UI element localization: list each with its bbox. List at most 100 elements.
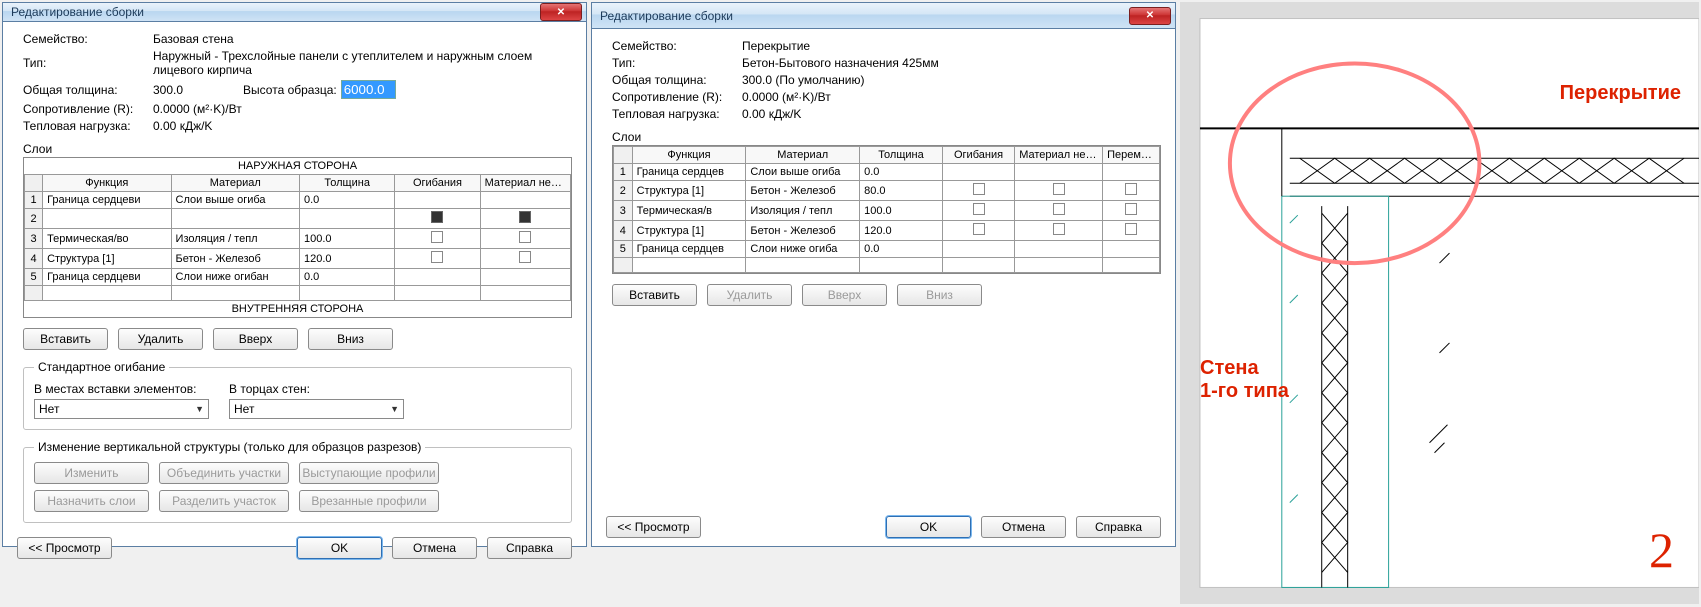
family-label: Семейство: [612, 39, 742, 53]
var-checkbox[interactable] [1125, 223, 1137, 235]
table-row[interactable]: 5Граница сердцевСлои ниже огиба0.0 [614, 241, 1160, 258]
wrap-inserts-label: В местах вставки элементов: [34, 382, 209, 396]
title: Редактирование сборки [11, 5, 540, 19]
titlebar: Редактирование сборки ✕ [3, 3, 586, 22]
section-drawing: Перекрытие Стена 1-го типа 2 [1180, 2, 1699, 604]
vertical-struct-group: Изменение вертикальной структуры (только… [23, 440, 572, 523]
table-header: Функция Материал Толщина Огибания Матери… [614, 147, 1160, 164]
thickness-label: Общая толщина: [23, 83, 153, 97]
table-row[interactable]: 5Граница сердцевиСлои ниже огибан0.0 [25, 269, 571, 286]
ok-button[interactable]: OK [297, 537, 382, 559]
help-button[interactable]: Справка [1076, 516, 1161, 538]
sample-height-input[interactable] [341, 80, 396, 99]
thermal-value: 0.00 кДж/K [742, 107, 801, 121]
table-row[interactable]: 3Термическая/воИзоляция / тепл100.0 [25, 229, 571, 249]
figure-number: 2 [1649, 521, 1674, 579]
family-value: Базовая стена [153, 32, 572, 46]
down-button: Вниз [897, 284, 982, 306]
cancel-button[interactable]: Отмена [392, 537, 477, 559]
thickness-label: Общая толщина: [612, 73, 742, 87]
table-row[interactable]: 3Термическая/вИзоляция / тепл100.0 [614, 201, 1160, 221]
preview-button[interactable]: << Просмотр [17, 537, 112, 559]
table-header: Функция Материал Толщина Огибания Матери… [25, 175, 571, 192]
down-button[interactable]: Вниз [308, 328, 393, 350]
family-label: Семейство: [23, 32, 153, 46]
family-value: Перекрытие [742, 39, 1161, 53]
sample-height-label: Высота образца: [243, 83, 337, 97]
resistance-label: Сопротивление (R): [612, 90, 742, 104]
outer-side-label: НАРУЖНАЯ СТОРОНА [24, 158, 571, 174]
sweeps-button: Выступающие профили [299, 462, 439, 484]
table-row [25, 286, 571, 301]
wrap-ends-combo[interactable]: Нет▼ [229, 399, 404, 419]
layers-panel: НАРУЖНАЯ СТОРОНА Функция Материал Толщин… [23, 157, 572, 318]
table-row[interactable]: 2Структура [1]Бетон - Железоб80.0 [25, 209, 571, 229]
var-checkbox[interactable] [1125, 203, 1137, 215]
wrap-checkbox[interactable] [431, 211, 443, 223]
chevron-down-icon: ▼ [390, 404, 399, 414]
resistance-value: 0.0000 (м²·K)/Вт [153, 102, 242, 116]
layers-table[interactable]: Функция Материал Толщина Огибания Матери… [24, 174, 571, 301]
layers-label: Слои [23, 142, 572, 156]
struct-checkbox[interactable] [519, 251, 531, 263]
delete-button[interactable]: Удалить [118, 328, 203, 350]
close-button[interactable]: ✕ [540, 3, 582, 21]
layers-label: Слои [612, 130, 1161, 144]
insert-button[interactable]: Вставить [612, 284, 697, 306]
up-button: Вверх [802, 284, 887, 306]
help-button[interactable]: Справка [487, 537, 572, 559]
titlebar: Редактирование сборки ✕ [592, 3, 1175, 29]
edit-assembly-dialog-floor: Редактирование сборки ✕ Семейство:Перекр… [591, 2, 1176, 547]
var-checkbox[interactable] [1125, 183, 1137, 195]
thickness-value: 300.0 (По умолчанию) [742, 73, 865, 87]
thickness-value: 300.0 [153, 83, 183, 97]
edit-assembly-dialog-wall: Редактирование сборки ✕ Семейство:Базова… [2, 2, 587, 547]
table-row[interactable]: 4Структура [1]Бетон - Железоб120.0 [25, 249, 571, 269]
wall-annotation-line2: 1-го типа [1200, 380, 1289, 403]
insert-button[interactable]: Вставить [23, 328, 108, 350]
wrap-checkbox[interactable] [431, 231, 443, 243]
struct-checkbox[interactable] [1053, 223, 1065, 235]
table-row [614, 258, 1160, 273]
preview-button[interactable]: << Просмотр [606, 516, 701, 538]
wrap-checkbox[interactable] [973, 223, 985, 235]
merge-button: Объединить участки [159, 462, 289, 484]
wrap-checkbox[interactable] [431, 251, 443, 263]
split-button: Разделить участок [159, 490, 289, 512]
table-row[interactable]: 4Структура [1]Бетон - Железоб120.0 [614, 221, 1160, 241]
resistance-label: Сопротивление (R): [23, 102, 153, 116]
wrap-ends-label: В торцах стен: [229, 382, 404, 396]
wrapping-legend: Стандартное огибание [34, 360, 169, 374]
modify-button: Изменить [34, 462, 149, 484]
inner-side-label: ВНУТРЕННЯЯ СТОРОНА [24, 301, 571, 317]
delete-button: Удалить [707, 284, 792, 306]
close-button[interactable]: ✕ [1129, 7, 1171, 25]
thermal-label: Тепловая нагрузка: [612, 107, 742, 121]
assign-button: Назначить слои [34, 490, 149, 512]
table-row[interactable]: 2Структура [1]Бетон - Железоб80.0 [614, 181, 1160, 201]
layers-table[interactable]: Функция Материал Толщина Огибания Матери… [613, 146, 1160, 273]
type-label: Тип: [23, 56, 153, 70]
struct-checkbox[interactable] [519, 211, 531, 223]
struct-checkbox[interactable] [1053, 203, 1065, 215]
table-row[interactable]: 1Граница сердцевСлои выше огиба0.0 [614, 164, 1160, 181]
wrap-checkbox[interactable] [973, 183, 985, 195]
wrap-checkbox[interactable] [973, 203, 985, 215]
up-button[interactable]: Вверх [213, 328, 298, 350]
cancel-button[interactable]: Отмена [981, 516, 1066, 538]
type-label: Тип: [612, 56, 742, 70]
struct-checkbox[interactable] [519, 231, 531, 243]
wrap-inserts-combo[interactable]: Нет▼ [34, 399, 209, 419]
thermal-value: 0.00 кДж/K [153, 119, 212, 133]
type-value: Бетон-Бытового назначения 425мм [742, 56, 1161, 70]
table-row[interactable]: 1Граница сердцевиСлои выше огиба0.0 [25, 192, 571, 209]
reveals-button: Врезанные профили [299, 490, 439, 512]
vertical-struct-legend: Изменение вертикальной структуры (только… [34, 440, 425, 454]
wall-annotation-line1: Стена [1200, 357, 1259, 380]
roof-annotation: Перекрытие [1560, 82, 1681, 105]
type-value: Наружный - Трехслойные панели с утеплите… [153, 49, 572, 77]
struct-checkbox[interactable] [1053, 183, 1065, 195]
ok-button[interactable]: OK [886, 516, 971, 538]
chevron-down-icon: ▼ [195, 404, 204, 414]
wrapping-group: Стандартное огибание В местах вставки эл… [23, 360, 572, 430]
